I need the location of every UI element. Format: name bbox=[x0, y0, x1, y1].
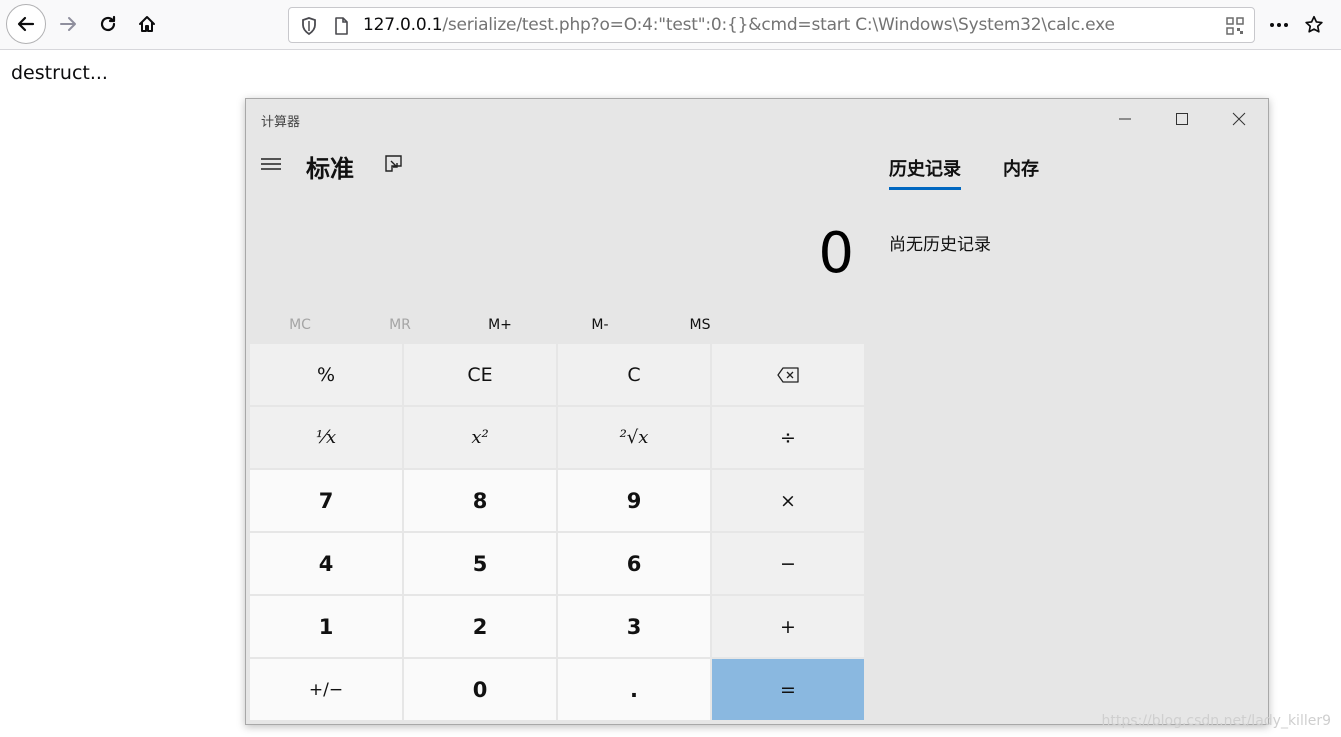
memory-subtract-button[interactable]: M- bbox=[550, 317, 650, 333]
digit-1-button[interactable]: 1 bbox=[250, 596, 402, 657]
digit-2-button[interactable]: 2 bbox=[404, 596, 556, 657]
back-button[interactable] bbox=[6, 4, 46, 44]
close-button[interactable] bbox=[1219, 107, 1259, 131]
close-icon bbox=[1232, 112, 1246, 126]
reciprocal-button[interactable]: ⅟x bbox=[250, 407, 402, 468]
maximize-button[interactable] bbox=[1162, 107, 1202, 131]
square-root-label: ²√x bbox=[619, 427, 649, 448]
digit-9-button[interactable]: 9 bbox=[558, 470, 710, 531]
maximize-icon bbox=[1176, 113, 1188, 125]
digit-4-button[interactable]: 4 bbox=[250, 533, 402, 594]
clear-button[interactable]: C bbox=[558, 344, 710, 405]
browser-toolbar: 127.0.0.1/serialize/test.php?o=O:4:"test… bbox=[0, 0, 1341, 50]
address-bar[interactable]: 127.0.0.1/serialize/test.php?o=O:4:"test… bbox=[288, 7, 1255, 43]
reciprocal-label: ⅟x bbox=[315, 427, 337, 448]
minimize-icon bbox=[1119, 118, 1131, 120]
forward-button[interactable] bbox=[48, 4, 88, 44]
url-path: /serialize/test.php?o=O:4:"test":0:{}&cm… bbox=[442, 15, 1115, 35]
page-icon[interactable] bbox=[331, 16, 351, 36]
memory-recall-button[interactable]: MR bbox=[350, 317, 450, 333]
menu-icon[interactable] bbox=[260, 155, 282, 173]
url-host: 127.0.0.1 bbox=[363, 15, 443, 35]
backspace-button[interactable] bbox=[712, 344, 864, 405]
digit-6-button[interactable]: 6 bbox=[558, 533, 710, 594]
arrow-right-icon bbox=[60, 17, 76, 31]
tab-memory[interactable]: 内存 bbox=[1003, 155, 1039, 181]
calculator-window: 计算器 标准 0 历史记录 内存 尚无历史记录 MC MR M+ M- MS %… bbox=[245, 98, 1269, 725]
more-actions-button[interactable] bbox=[1266, 12, 1292, 38]
backspace-icon bbox=[777, 366, 799, 383]
keypad: % CE C ⅟x x² ²√x ÷ 7 8 9 × 4 5 6 − 1 2 3… bbox=[250, 344, 865, 721]
ellipsis-icon bbox=[1270, 23, 1288, 27]
reload-icon bbox=[100, 15, 116, 32]
memory-store-button[interactable]: MS bbox=[650, 317, 750, 333]
mode-title: 标准 bbox=[306, 155, 354, 183]
reload-button[interactable] bbox=[88, 4, 128, 44]
result-display: 0 bbox=[818, 221, 854, 286]
digit-3-button[interactable]: 3 bbox=[558, 596, 710, 657]
bookmark-button[interactable] bbox=[1301, 12, 1327, 38]
decimal-button[interactable]: . bbox=[558, 659, 710, 720]
digit-8-button[interactable]: 8 bbox=[404, 470, 556, 531]
window-title: 计算器 bbox=[261, 115, 301, 130]
clear-entry-button[interactable]: CE bbox=[404, 344, 556, 405]
memory-clear-button[interactable]: MC bbox=[250, 317, 350, 333]
digit-0-button[interactable]: 0 bbox=[404, 659, 556, 720]
watermark: https://blog.csdn.net/lady_killer9 bbox=[1101, 713, 1331, 729]
minus-button[interactable]: − bbox=[712, 533, 864, 594]
shield-icon[interactable] bbox=[299, 16, 319, 36]
arrow-left-icon bbox=[17, 16, 35, 32]
digit-7-button[interactable]: 7 bbox=[250, 470, 402, 531]
minimize-button[interactable] bbox=[1105, 107, 1145, 131]
url-text[interactable]: 127.0.0.1/serialize/test.php?o=O:4:"test… bbox=[363, 15, 1115, 35]
memory-row: MC MR M+ M- MS bbox=[250, 313, 864, 337]
multiply-button[interactable]: × bbox=[712, 470, 864, 531]
negate-button[interactable]: +/− bbox=[250, 659, 402, 720]
percent-button[interactable]: % bbox=[250, 344, 402, 405]
digit-5-button[interactable]: 5 bbox=[404, 533, 556, 594]
page-output-text: destruct... bbox=[11, 62, 108, 84]
square-root-button[interactable]: ²√x bbox=[558, 407, 710, 468]
history-empty-message: 尚无历史记录 bbox=[889, 235, 991, 255]
star-icon bbox=[1305, 15, 1323, 33]
tab-history[interactable]: 历史记录 bbox=[889, 155, 961, 190]
divide-button[interactable]: ÷ bbox=[712, 407, 864, 468]
qr-code-icon[interactable] bbox=[1225, 16, 1245, 36]
home-button[interactable] bbox=[127, 4, 167, 44]
keep-on-top-icon[interactable] bbox=[383, 153, 405, 175]
square-button[interactable]: x² bbox=[404, 407, 556, 468]
equals-button[interactable]: = bbox=[712, 659, 864, 720]
square-label: x² bbox=[471, 427, 489, 448]
memory-add-button[interactable]: M+ bbox=[450, 317, 550, 333]
plus-button[interactable]: + bbox=[712, 596, 864, 657]
home-icon bbox=[139, 16, 155, 32]
